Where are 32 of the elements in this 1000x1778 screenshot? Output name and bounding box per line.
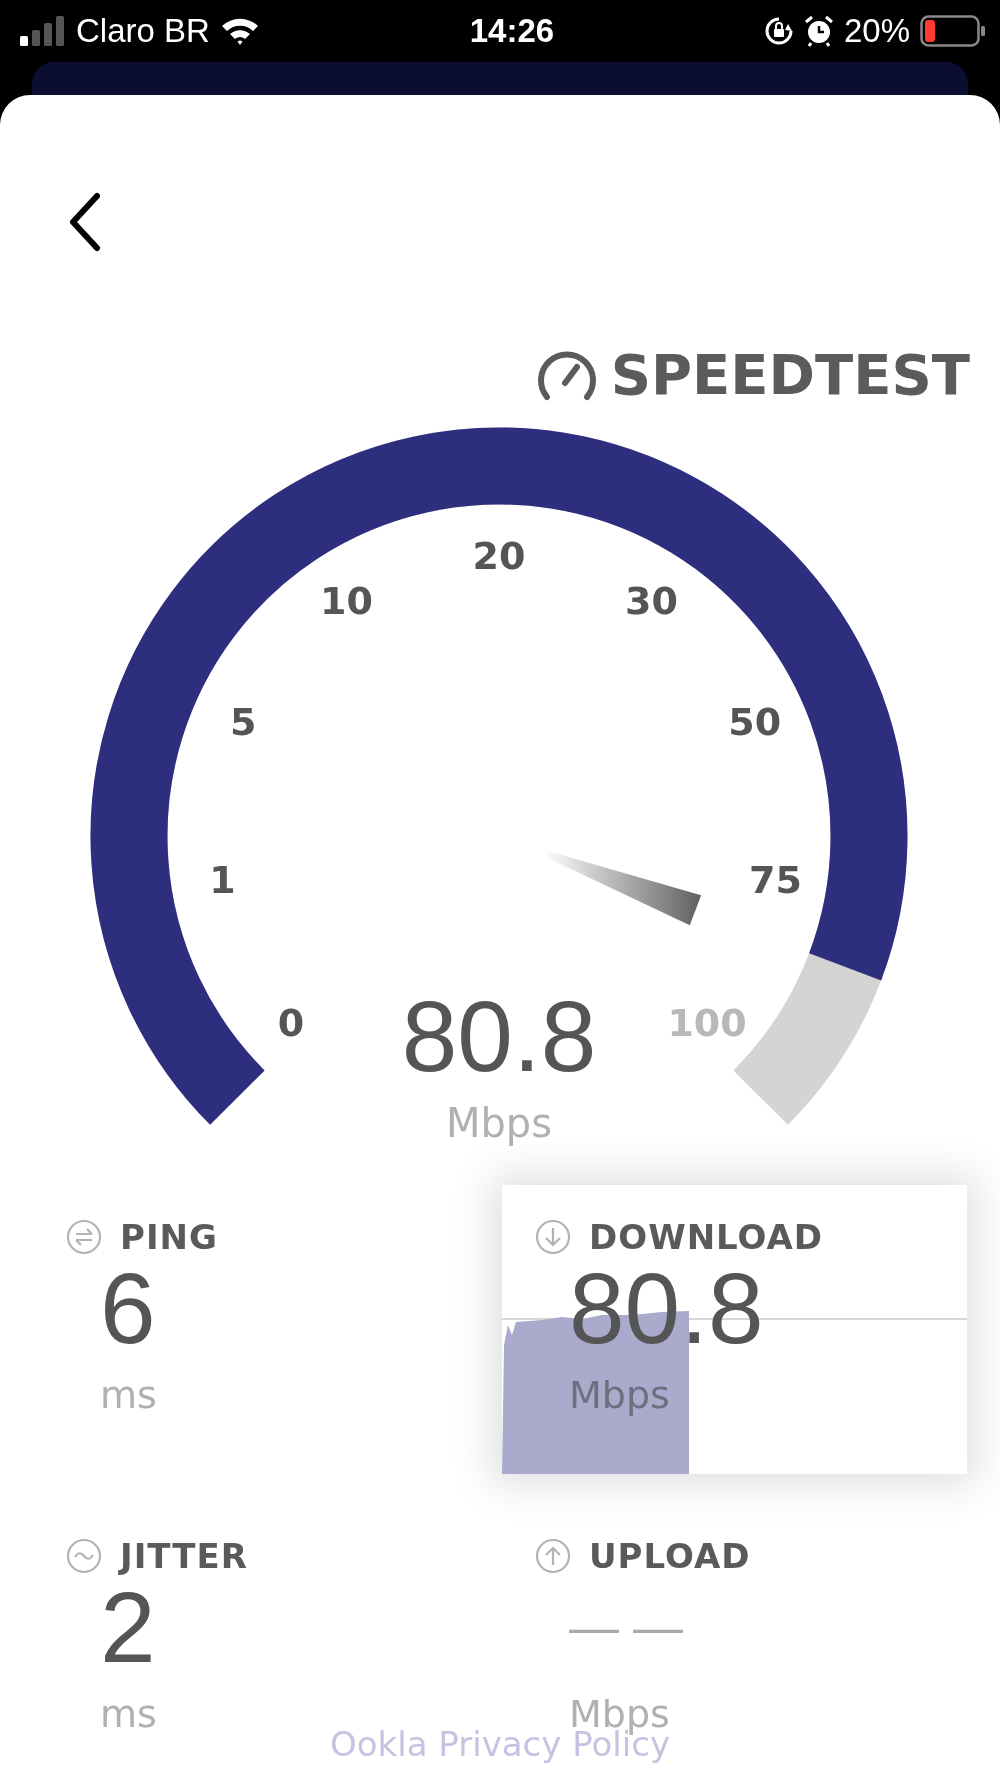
metric-label: JITTER bbox=[120, 1536, 248, 1576]
gauge-tick-label: 1 bbox=[209, 857, 236, 902]
alarm-icon bbox=[803, 15, 834, 47]
battery-icon bbox=[920, 15, 986, 47]
metric-value: 6 bbox=[100, 1263, 156, 1353]
metric-value: — — bbox=[569, 1598, 683, 1657]
gauge-tick-label: 75 bbox=[749, 857, 802, 902]
speed-reading: 80.8 bbox=[401, 986, 597, 1086]
gauge-tick-label: 5 bbox=[230, 700, 257, 745]
gauge-tick-label: 20 bbox=[472, 534, 526, 578]
speedtest-logo: SPEEDTEST bbox=[610, 342, 970, 407]
metric-value: 80.8 bbox=[569, 1263, 764, 1353]
metric-unit: ms bbox=[100, 1692, 157, 1736]
metric-label: PING bbox=[120, 1217, 218, 1257]
metric-label: DOWNLOAD bbox=[589, 1217, 824, 1257]
gauge-tick-label: 0 bbox=[277, 1001, 305, 1046]
clock-time: 14:26 bbox=[469, 12, 555, 50]
gauge-tick-label: 100 bbox=[667, 1001, 747, 1046]
battery-percent: 20% bbox=[843, 12, 910, 50]
metric-label: UPLOAD bbox=[589, 1536, 751, 1576]
signal-icon bbox=[20, 16, 66, 46]
metric-unit: Mbps bbox=[569, 1373, 670, 1417]
wave-icon bbox=[66, 1538, 102, 1574]
ping-icon bbox=[66, 1219, 102, 1255]
carrier-name: Claro BR bbox=[76, 12, 210, 50]
rotation-lock-icon bbox=[763, 16, 794, 46]
metric-unit: ms bbox=[100, 1373, 157, 1417]
gauge-tick-label: 10 bbox=[320, 579, 373, 624]
metric-value: 2 bbox=[100, 1582, 156, 1672]
gauge-tick-label: 30 bbox=[625, 579, 678, 624]
speed-unit: Mbps bbox=[445, 1100, 553, 1146]
gauge-tick-label: 50 bbox=[728, 700, 782, 745]
